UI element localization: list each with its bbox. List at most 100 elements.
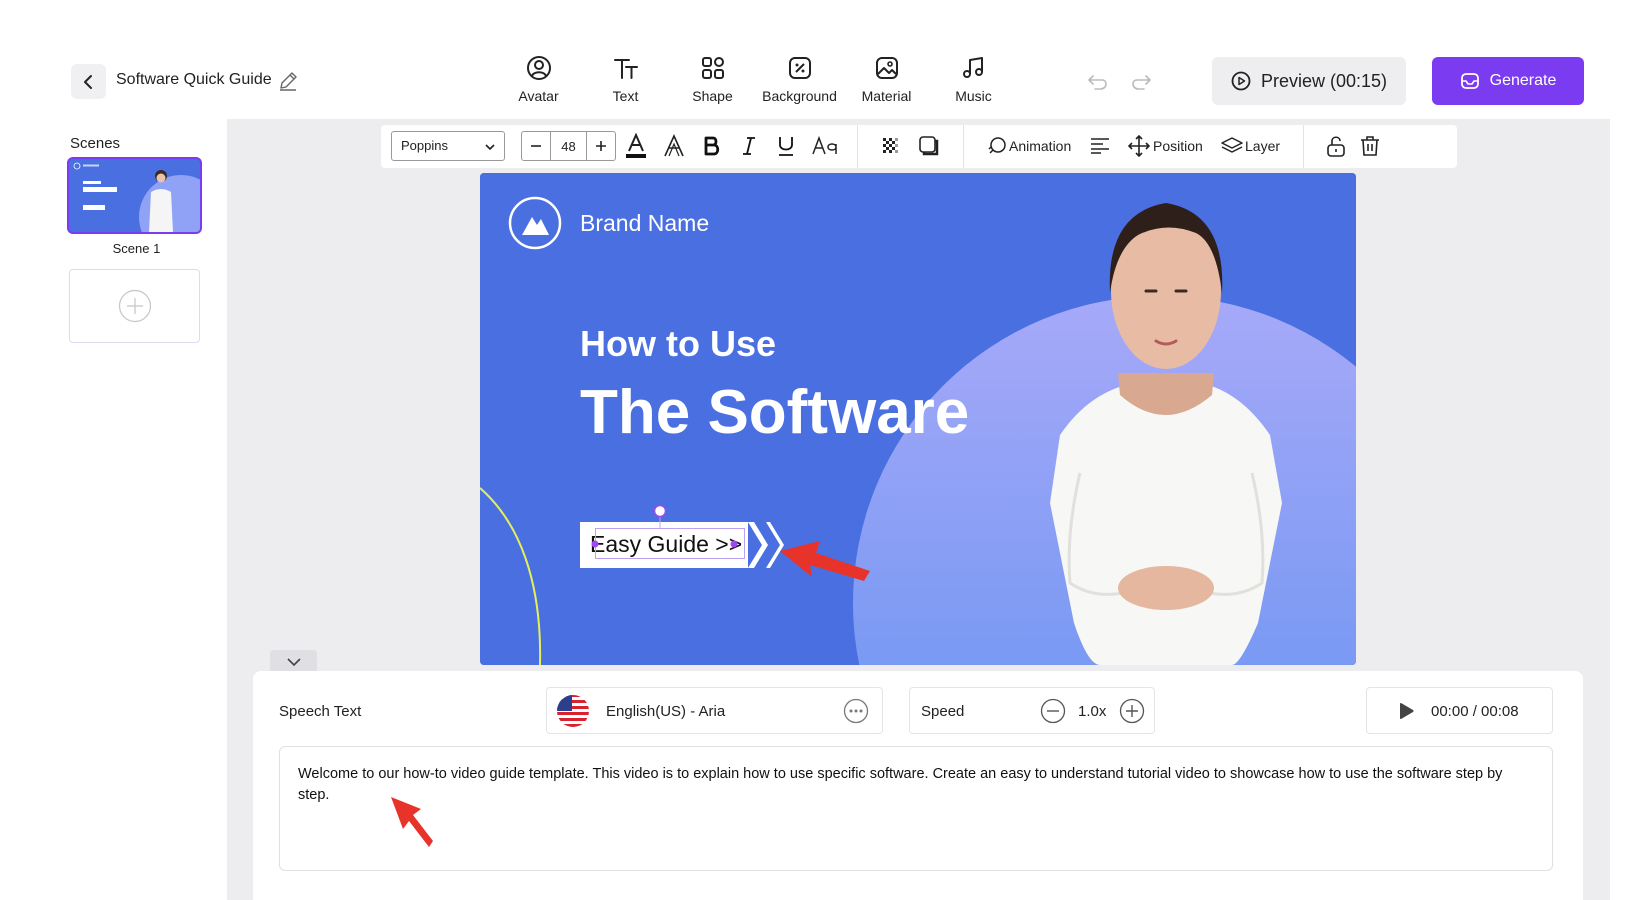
align-left-icon: [1091, 138, 1109, 154]
generate-button[interactable]: Generate: [1432, 57, 1584, 105]
red-arrow-annotation-bottom: [391, 797, 433, 847]
voice-select[interactable]: English(US) - Aria: [546, 687, 883, 734]
toolbar-divider: [963, 125, 964, 168]
font-size-stepper: 48: [521, 131, 616, 161]
trash-icon: [1361, 136, 1379, 156]
headline-large[interactable]: The Software: [580, 377, 969, 448]
italic-icon: [743, 137, 755, 155]
headline-small[interactable]: How to Use: [580, 323, 776, 365]
generate-label: Generate: [1489, 72, 1557, 89]
speed-decrease-button[interactable]: [1040, 698, 1066, 724]
play-circle-icon: [1231, 71, 1251, 91]
underline-button[interactable]: [773, 133, 799, 159]
scenes-panel: Scenes Scene 1: [46, 119, 227, 900]
speech-text-label: Speech Text: [279, 703, 362, 720]
shape-icon: [701, 57, 724, 79]
avatar-presenter[interactable]: [970, 173, 1330, 665]
animation-icon-wrap: [984, 133, 1010, 159]
toolbar-divider: [857, 125, 858, 168]
font-size-increase-button[interactable]: [587, 132, 615, 160]
us-flag-icon: [557, 695, 589, 727]
layer-button[interactable]: Layer: [1245, 138, 1280, 154]
selection-handles[interactable]: [588, 503, 748, 563]
audio-playback[interactable]: 00:00 / 00:08: [1366, 687, 1553, 734]
scene-thumbnail[interactable]: [67, 157, 202, 234]
brand-name-text[interactable]: Brand Name: [580, 210, 709, 237]
text-color-button[interactable]: [623, 133, 649, 159]
bold-button[interactable]: [699, 133, 725, 159]
tool-material[interactable]: Material: [843, 54, 930, 110]
delete-button[interactable]: [1357, 133, 1383, 159]
position-icon-wrap: [1126, 133, 1152, 159]
insert-tools: Avatar Text Shape Background Material Mu…: [495, 54, 1017, 110]
top-bar: Software Quick Guide Avatar Text Shape B…: [0, 0, 1652, 118]
project-title: Software Quick Guide: [116, 71, 272, 88]
add-scene-button[interactable]: [69, 269, 200, 343]
red-arrow-annotation: [780, 541, 870, 581]
align-button[interactable]: [1087, 133, 1113, 159]
more-options-icon[interactable]: [843, 698, 869, 724]
tool-shape[interactable]: Shape: [669, 54, 756, 110]
font-family-select[interactable]: Poppins: [391, 131, 505, 161]
text-outline-icon: [664, 134, 684, 157]
shadow-icon: [919, 136, 939, 156]
toolbar-divider: [1303, 125, 1304, 168]
avatar-icon: [526, 56, 551, 80]
lock-button[interactable]: [1323, 133, 1349, 159]
redo-icon[interactable]: [1128, 68, 1154, 94]
underline-icon: [779, 137, 793, 156]
preview-label: Preview (00:15): [1260, 70, 1388, 91]
scene-name: Scene 1: [112, 241, 161, 256]
speech-text-input[interactable]: Welcome to our how-to video guide templa…: [279, 746, 1553, 871]
plus-circle-icon: [118, 289, 151, 323]
chevron-down-icon: [485, 144, 495, 151]
preview-button[interactable]: Preview (00:15): [1212, 57, 1406, 105]
slide-canvas[interactable]: Brand Name How to Use The Software Easy …: [480, 173, 1356, 665]
background-icon: [788, 57, 811, 79]
music-icon: [962, 57, 983, 78]
speed-control: Speed 1.0x: [909, 687, 1155, 734]
text-case-icon: [812, 136, 837, 155]
font-family-value: Poppins: [401, 138, 448, 153]
chevron-left-icon: [83, 74, 92, 89]
animation-icon: [988, 137, 1006, 154]
tool-label: Avatar: [518, 88, 559, 104]
italic-button[interactable]: [736, 133, 762, 159]
scene-preview-image: [69, 159, 200, 232]
voice-name: English(US) - Aria: [606, 703, 726, 720]
layers-icon: [1221, 137, 1243, 153]
speed-label: Speed: [921, 703, 965, 720]
text-outline-button[interactable]: [661, 133, 687, 159]
text-color-icon: [626, 133, 646, 158]
scenes-heading: Scenes: [70, 135, 121, 152]
tool-text[interactable]: Text: [582, 54, 669, 110]
undo-icon[interactable]: [1085, 68, 1111, 94]
tool-label: Text: [612, 88, 639, 104]
plus-icon: [596, 141, 606, 151]
speed-increase-button[interactable]: [1119, 698, 1145, 724]
tool-avatar[interactable]: Avatar: [495, 54, 582, 110]
format-toolbar: Poppins 48 Animation Position Layer: [381, 125, 1457, 168]
text-case-button[interactable]: [811, 133, 841, 159]
speech-panel: Speech Text English(US) - Aria Speed 1.0…: [253, 671, 1583, 900]
back-button[interactable]: [71, 64, 106, 99]
material-icon: [875, 57, 898, 79]
font-size-value[interactable]: 48: [550, 132, 587, 160]
animation-button[interactable]: Animation: [1009, 138, 1071, 154]
tool-background[interactable]: Background: [756, 54, 843, 110]
shadow-button[interactable]: [916, 133, 942, 159]
opacity-button[interactable]: [878, 133, 904, 159]
chevron-down-icon: [286, 658, 301, 667]
audio-time: 00:00 / 00:08: [1431, 703, 1519, 720]
text-icon: [613, 59, 638, 79]
opacity-icon: [883, 138, 898, 153]
tool-music[interactable]: Music: [930, 54, 1017, 110]
font-size-decrease-button[interactable]: [522, 132, 550, 160]
tool-label: Music: [955, 88, 992, 104]
app-window: Software Quick Guide Avatar Text Shape B…: [0, 0, 1652, 900]
move-icon: [1128, 135, 1150, 157]
tool-label: Background: [762, 88, 837, 104]
bold-icon: [704, 136, 720, 156]
edit-pencil-icon[interactable]: [277, 70, 299, 92]
position-button[interactable]: Position: [1153, 138, 1203, 154]
